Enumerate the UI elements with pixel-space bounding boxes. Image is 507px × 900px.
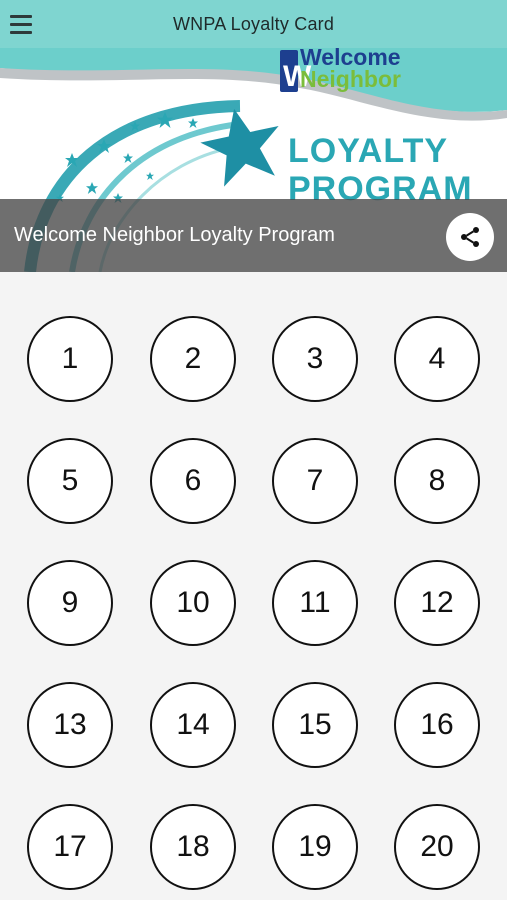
stamp-12[interactable]: 12	[394, 560, 480, 646]
stamp-14[interactable]: 14	[150, 682, 236, 768]
banner-caption: Welcome Neighbor Loyalty Program	[14, 224, 335, 246]
stamp-7[interactable]: 7	[272, 438, 358, 524]
share-icon	[461, 227, 479, 247]
stamp-19[interactable]: 19	[272, 804, 358, 890]
app-title: WNPA Loyalty Card	[172, 13, 335, 34]
top-app-bar: WNPA Loyalty Card	[0, 0, 507, 48]
stamp-8[interactable]: 8	[394, 438, 480, 524]
stamp-16[interactable]: 16	[394, 682, 480, 768]
logo-line-welcome: Welcome	[300, 48, 401, 70]
stamp-20[interactable]: 20	[394, 804, 480, 890]
stamp-3[interactable]: 3	[272, 316, 358, 402]
logo-line-neighbor: Neighbor	[300, 66, 401, 92]
stamp-4[interactable]: 4	[394, 316, 480, 402]
stamp-9[interactable]: 9	[27, 560, 113, 646]
stamp-13[interactable]: 13	[27, 682, 113, 768]
share-button[interactable]	[446, 213, 494, 261]
stamp-grid: 1 2 3 4 5 6 7 8 9 10 11 12 13 14 15 16 1…	[0, 272, 507, 900]
stamp-15[interactable]: 15	[272, 682, 358, 768]
stamp-1[interactable]: 1	[27, 316, 113, 402]
app-screen: WNPA Loyalty Card W Welcome Neighbor LOY…	[0, 0, 507, 900]
loyalty-headline: LOYALTY PROGRAM	[288, 132, 473, 208]
stamp-10[interactable]: 10	[150, 560, 236, 646]
stamp-6[interactable]: 6	[150, 438, 236, 524]
stamp-5[interactable]: 5	[27, 438, 113, 524]
logo-text: Welcome Neighbor	[300, 48, 401, 92]
stamp-2[interactable]: 2	[150, 316, 236, 402]
stamp-18[interactable]: 18	[150, 804, 236, 890]
stamp-11[interactable]: 11	[272, 560, 358, 646]
headline-loyalty: LOYALTY	[288, 132, 449, 170]
stamp-17[interactable]: 17	[27, 804, 113, 890]
hamburger-menu-icon[interactable]	[10, 10, 38, 38]
